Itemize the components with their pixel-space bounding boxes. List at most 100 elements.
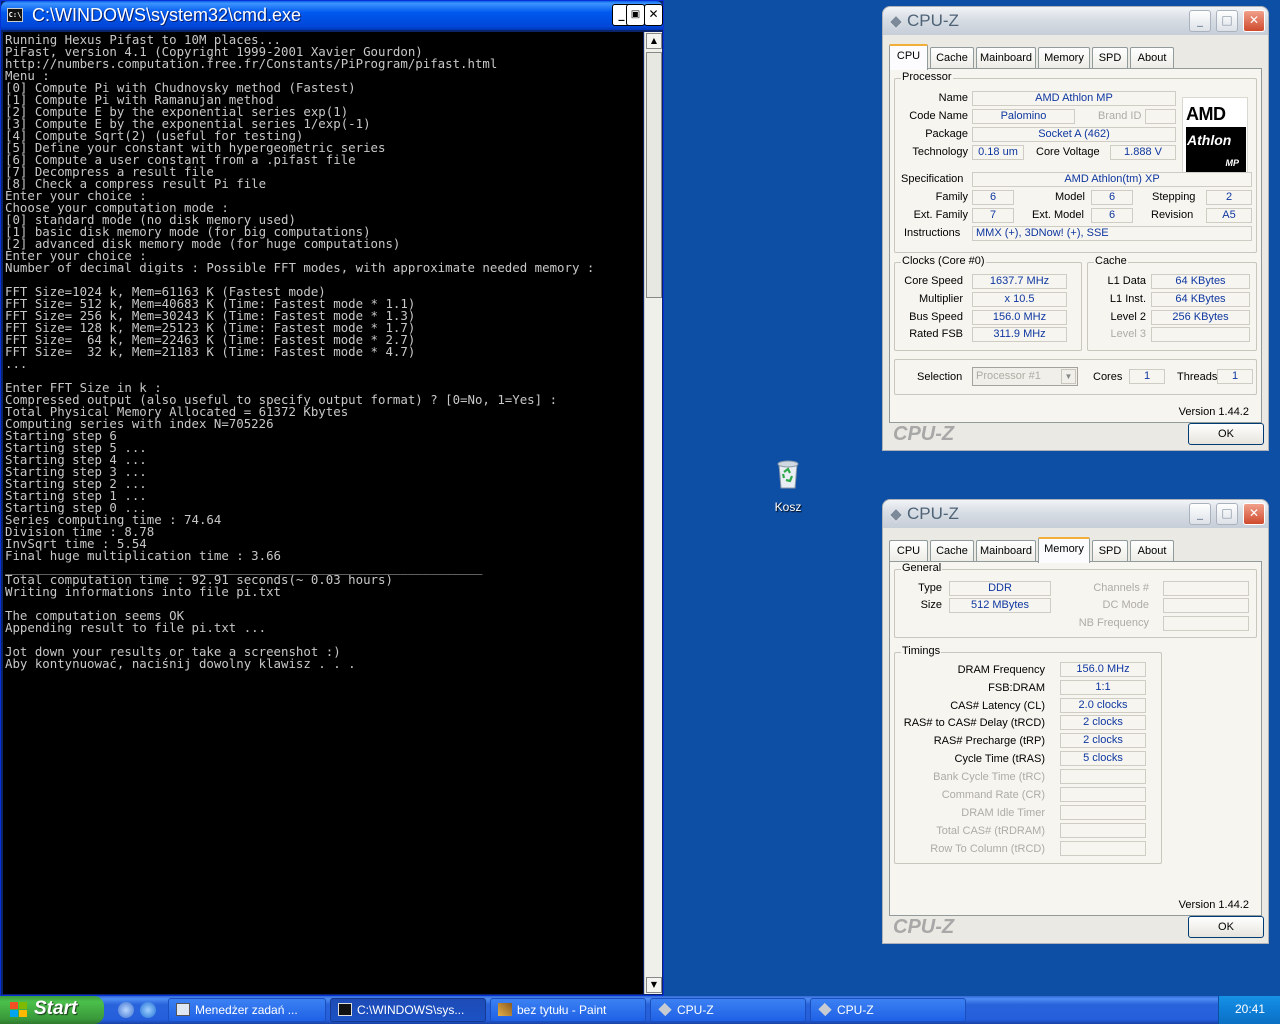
selection-group: Selection Processor #1 ▼ Cores 1 Threads… (894, 359, 1257, 395)
ok-button[interactable]: OK (1188, 423, 1264, 445)
taskbar-item-cpuz-2[interactable]: CPU-Z (810, 998, 966, 1022)
version-label: Version 1.44.2 (1178, 406, 1249, 418)
start-button[interactable]: Start (0, 996, 104, 1024)
nbfreq-label: NB Frequency (1078, 617, 1149, 629)
taskbar: Start Menedżer zadań ... C:\WINDOWS\sys.… (0, 996, 1280, 1024)
tab-cpu[interactable]: CPU (889, 540, 928, 562)
tras-label: Cycle Time (tRAS) (954, 753, 1045, 765)
scroll-down-arrow-icon[interactable]: ▼ (646, 977, 662, 993)
recycle-bin-icon[interactable] (773, 456, 803, 490)
paint-icon (498, 1003, 512, 1016)
close-button[interactable]: ✕ (1243, 10, 1265, 32)
maximize-button[interactable]: □ (1216, 10, 1238, 32)
tab-spd[interactable]: SPD (1092, 47, 1128, 69)
busspeed-label: Bus Speed (909, 311, 963, 323)
cpu-panel: Processor Name AMD Athlon MP Code Name P… (889, 68, 1262, 423)
internet-explorer-icon[interactable] (140, 1002, 156, 1018)
level3-value (1151, 327, 1250, 342)
tab-spd[interactable]: SPD (1092, 540, 1128, 562)
dramfreq-value: 156.0 MHz (1060, 662, 1146, 677)
taskbar-item-cmd[interactable]: C:\WINDOWS\sys... (330, 998, 486, 1022)
close-button[interactable]: ✕ (644, 4, 663, 26)
minimize-button[interactable]: _ (1189, 10, 1211, 32)
quicklaunch-desktop-icon[interactable] (118, 1002, 134, 1018)
corevoltage-value: 1.888 V (1110, 145, 1176, 160)
close-button[interactable]: ✕ (1243, 503, 1265, 525)
cmd-window[interactable]: C:\ C:\WINDOWS\system32\cmd.exe _ ▣ ✕ Ru… (0, 0, 664, 996)
minimize-button[interactable]: _ (1189, 503, 1211, 525)
l1inst-value: 64 KBytes (1151, 292, 1250, 307)
tab-cache[interactable]: Cache (930, 540, 974, 562)
cas-label: CAS# Latency (CL) (950, 700, 1045, 712)
processor-select[interactable]: Processor #1 ▼ (972, 367, 1078, 386)
system-tray[interactable]: 20:41 (1218, 996, 1280, 1024)
tab-memory[interactable]: Memory (1038, 537, 1090, 563)
extmodel-label: Ext. Model (1032, 209, 1084, 221)
corevoltage-label: Core Voltage (1036, 146, 1100, 158)
taskbar-item-task-manager[interactable]: Menedżer zadań ... (168, 998, 326, 1022)
clock[interactable]: 20:41 (1235, 1002, 1265, 1016)
cpuz-titlebar[interactable]: CPU-Z _ □ ✕ (883, 7, 1268, 35)
tras-value: 5 clocks (1060, 751, 1146, 766)
cores-label: Cores (1093, 371, 1123, 383)
taskbar-item-paint[interactable]: bez tytułu - Paint (490, 998, 646, 1022)
console-icon (338, 1003, 352, 1016)
fsbdram-label: FSB:DRAM (988, 682, 1045, 694)
scroll-thumb[interactable] (646, 52, 662, 298)
scroll-up-arrow-icon[interactable]: ▲ (646, 33, 662, 49)
cpuz-brand-logo: CPU-Z (893, 916, 955, 938)
brandid-value (1145, 109, 1176, 124)
tab-about[interactable]: About (1130, 47, 1174, 69)
revision-value: A5 (1206, 208, 1252, 223)
selection-label: Selection (917, 371, 963, 383)
l1data-label: L1 Data (1107, 275, 1146, 287)
general-group: General Type DDR Size 512 MBytes Channel… (894, 562, 1257, 638)
brandid-label: Brand ID (1098, 110, 1142, 122)
trp-value: 2 clocks (1060, 733, 1146, 748)
maximize-button[interactable]: □ (1216, 503, 1238, 525)
corespeed-label: Core Speed (904, 275, 963, 287)
ok-button[interactable]: OK (1188, 916, 1264, 938)
cpuz-window-memory[interactable]: CPU-Z _ □ ✕ CPU Cache Mainboard Memory S… (882, 499, 1269, 944)
cpuz-title: CPU-Z (907, 11, 959, 30)
recycle-bin[interactable]: Kosz (760, 456, 816, 514)
tab-cpu[interactable]: CPU (889, 44, 928, 70)
tab-mainboard[interactable]: Mainboard (976, 540, 1036, 562)
chevron-down-icon[interactable]: ▼ (1061, 369, 1076, 384)
package-value: Socket A (462) (972, 127, 1176, 142)
revision-label: Revision (1151, 209, 1194, 221)
group-label: Processor (901, 71, 953, 83)
l1inst-label: L1 Inst. (1109, 293, 1146, 305)
codename-value: Palomino (972, 109, 1075, 124)
fsbdram-value: 1:1 (1060, 680, 1146, 695)
corespeed-value: 1637.7 MHz (972, 274, 1067, 289)
family-value: 6 (972, 190, 1014, 205)
cpuz-titlebar[interactable]: CPU-Z _ □ ✕ (883, 500, 1268, 528)
name-label: Name (938, 92, 968, 104)
tab-memory[interactable]: Memory (1038, 47, 1090, 69)
cores-value: 1 (1129, 369, 1165, 384)
channels-value (1163, 581, 1249, 596)
rtc-value (1060, 841, 1146, 856)
tab-about[interactable]: About (1130, 540, 1174, 562)
size-label: Size (920, 599, 942, 611)
channels-label: Channels # (1093, 582, 1149, 594)
group-label: Cache (1094, 255, 1128, 267)
cmd-titlebar[interactable]: C:\ C:\WINDOWS\system32\cmd.exe _ ▣ ✕ (1, 1, 663, 30)
nbfreq-value (1163, 616, 1249, 631)
windows-logo-icon (10, 1002, 28, 1018)
multiplier-label: Multiplier (918, 293, 963, 305)
level2-value: 256 KBytes (1151, 310, 1250, 325)
cpuz-window-cpu[interactable]: CPU-Z _ □ ✕ CPU Cache Mainboard Memory S… (882, 6, 1269, 451)
cmd-title: C:\WINDOWS\system32\cmd.exe (32, 5, 302, 25)
restore-button[interactable]: ▣ (626, 4, 645, 26)
busspeed-value: 156.0 MHz (972, 310, 1067, 325)
timings-group: Timings DRAM Frequency 156.0 MHz FSB:DRA… (894, 645, 1162, 864)
cas-value: 2.0 clocks (1060, 698, 1146, 713)
taskbar-item-cpuz-1[interactable]: CPU-Z (650, 998, 806, 1022)
cpuz-app-icon (658, 1002, 672, 1017)
vertical-scrollbar[interactable]: ▲ ▼ (644, 32, 662, 994)
tab-mainboard[interactable]: Mainboard (976, 47, 1036, 69)
tab-cache[interactable]: Cache (930, 47, 974, 69)
console-output[interactable]: Running Hexus Pifast to 10M places... Pi… (3, 32, 643, 994)
